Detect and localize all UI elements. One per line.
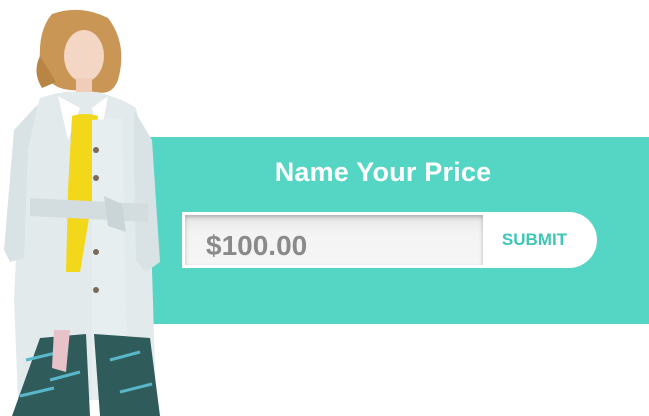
submit-button[interactable]: SUBMIT bbox=[486, 212, 597, 268]
fashion-model-photo bbox=[4, 9, 160, 416]
banner-title: Name Your Price bbox=[274, 157, 492, 187]
price-input[interactable] bbox=[182, 212, 486, 268]
